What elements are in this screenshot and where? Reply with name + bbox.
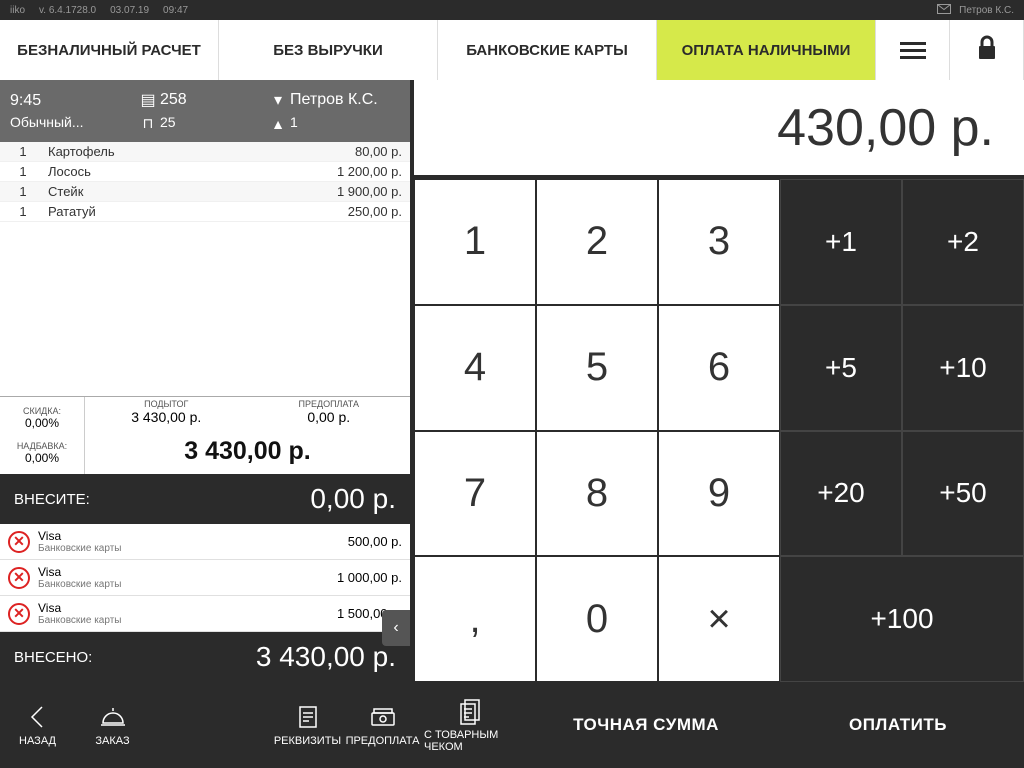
expand-payments-button[interactable]: ‹ <box>382 610 410 646</box>
waiter-name: Петров К.С. <box>290 92 378 109</box>
key-2[interactable]: 2 <box>536 179 658 305</box>
deposited-label: ВНЕСЕНО: <box>14 649 92 666</box>
mail-icon[interactable] <box>937 4 951 17</box>
deposit-label: ВНЕСИТЕ: <box>14 491 90 508</box>
key-3[interactable]: 3 <box>658 179 780 305</box>
cloche-icon <box>99 703 127 731</box>
table-number: 25 <box>160 114 176 130</box>
document-icon <box>294 703 322 731</box>
status-date: 03.07.19 <box>110 5 149 16</box>
item-row[interactable]: 1Рататуй250,00 р. <box>0 202 410 222</box>
subtotal-label: ПОДЫТОГ <box>85 399 248 409</box>
exact-sum-button[interactable]: ТОЧНАЯ СУММА <box>520 715 772 735</box>
amount-display: 430,00 р. <box>414 80 1024 179</box>
menu-button[interactable] <box>876 20 950 80</box>
lock-icon <box>976 35 998 65</box>
inc-10[interactable]: +10 <box>902 305 1024 431</box>
payment-row[interactable]: ✕ VisaБанковские карты 1 000,00 р. <box>0 560 410 596</box>
pay-button[interactable]: ОПЛАТИТЬ <box>772 715 1024 735</box>
item-row[interactable]: 1Стейк1 900,00 р. <box>0 182 410 202</box>
discount-label: СКИДКА: <box>4 406 80 416</box>
key-comma[interactable]: , <box>414 556 536 682</box>
hamburger-icon <box>900 38 926 63</box>
keypad: 1 2 3 4 5 6 7 8 9 , 0 × +1 +2 +5 +10 +20… <box>414 179 1024 682</box>
key-4[interactable]: 4 <box>414 305 536 431</box>
order-type: Обычный... <box>10 114 140 130</box>
money-icon <box>369 703 397 731</box>
back-button[interactable]: НАЗАД <box>0 703 75 747</box>
prepay-button[interactable]: ПРЕДОПЛАТА <box>345 703 420 747</box>
payments-list: ✕ VisaБанковские карты 500,00 р. ✕ VisaБ… <box>0 524 410 632</box>
discount-value: 0,00% <box>4 416 80 430</box>
order-time: 9:45 <box>10 92 140 110</box>
inc-1[interactable]: +1 <box>780 179 902 305</box>
status-user: Петров К.С. <box>959 5 1014 16</box>
surcharge-label: НАДБАВКА: <box>4 441 80 451</box>
inc-50[interactable]: +50 <box>902 431 1024 557</box>
tab-cashless[interactable]: БЕЗНАЛИЧНЫЙ РАСЧЕТ <box>0 20 219 80</box>
status-time: 09:47 <box>163 5 188 16</box>
tab-no-revenue[interactable]: БЕЗ ВЫРУЧКИ <box>219 20 438 80</box>
tab-cash[interactable]: ОПЛАТА НАЛИЧНЫМИ <box>657 20 876 80</box>
chevron-left-icon <box>24 703 52 731</box>
receipt-icon: ▤ <box>140 90 156 110</box>
app-version: v. 6.4.1728.0 <box>39 5 96 16</box>
waiter-icon: ▾ <box>270 90 286 110</box>
deposited-value: 3 430,00 р. <box>256 641 396 673</box>
receipt-icon <box>456 697 484 725</box>
order-button[interactable]: ЗАКАЗ <box>75 703 150 747</box>
table-icon: ⊓ <box>140 115 156 132</box>
remove-payment-button[interactable]: ✕ <box>8 603 30 625</box>
key-clear[interactable]: × <box>658 556 780 682</box>
receipt-button[interactable]: С ТОВАРНЫМ ЧЕКОМ <box>420 697 520 753</box>
item-row[interactable]: 1Картофель80,00 р. <box>0 142 410 162</box>
remove-payment-button[interactable]: ✕ <box>8 531 30 553</box>
requisites-button[interactable]: РЕКВИЗИТЫ <box>270 703 345 747</box>
payment-row[interactable]: ✕ VisaБанковские карты 500,00 р. <box>0 524 410 560</box>
prepay-label: ПРЕДОПЛАТА <box>248 399 411 409</box>
grand-total: 3 430,00 р. <box>85 429 410 474</box>
totals-panel: СКИДКА:0,00% НАДБАВКА:0,00% ПОДЫТОГ3 430… <box>0 396 410 474</box>
payment-row[interactable]: ✕ VisaБанковские карты 1 500,00 р. <box>0 596 410 632</box>
inc-20[interactable]: +20 <box>780 431 902 557</box>
check-number: 258 <box>160 91 187 108</box>
key-8[interactable]: 8 <box>536 431 658 557</box>
key-1[interactable]: 1 <box>414 179 536 305</box>
order-items: 1Картофель80,00 р. 1Лосось1 200,00 р. 1С… <box>0 142 410 396</box>
inc-100[interactable]: +100 <box>780 556 1024 682</box>
inc-2[interactable]: +2 <box>902 179 1024 305</box>
lock-button[interactable] <box>950 20 1024 80</box>
item-row[interactable]: 1Лосось1 200,00 р. <box>0 162 410 182</box>
key-0[interactable]: 0 <box>536 556 658 682</box>
key-5[interactable]: 5 <box>536 305 658 431</box>
subtotal-value: 3 430,00 р. <box>85 409 248 425</box>
surcharge-value: 0,00% <box>4 451 80 465</box>
inc-5[interactable]: +5 <box>780 305 902 431</box>
footer-toolbar: НАЗАД ЗАКАЗ РЕКВИЗИТЫ ПРЕДОПЛАТА С ТОВАР… <box>0 682 1024 768</box>
guests-icon: ▲ <box>270 116 286 132</box>
app-name: iiko <box>10 5 25 16</box>
key-6[interactable]: 6 <box>658 305 780 431</box>
deposited-row: ВНЕСЕНО: 3 430,00 р. <box>0 632 410 682</box>
payment-tabs: БЕЗНАЛИЧНЫЙ РАСЧЕТ БЕЗ ВЫРУЧКИ БАНКОВСКИ… <box>0 20 1024 80</box>
status-bar: iiko v. 6.4.1728.0 03.07.19 09:47 Петров… <box>0 0 1024 20</box>
chevron-left-icon: ‹ <box>393 619 398 637</box>
key-9[interactable]: 9 <box>658 431 780 557</box>
key-7[interactable]: 7 <box>414 431 536 557</box>
guest-count: 1 <box>290 114 298 130</box>
tab-cards[interactable]: БАНКОВСКИЕ КАРТЫ <box>438 20 657 80</box>
order-header: 9:45 Обычный... ▤258 ⊓25 ▾Петров К.С. ▲1 <box>0 80 410 142</box>
deposit-row: ВНЕСИТЕ: 0,00 р. <box>0 474 410 524</box>
remove-payment-button[interactable]: ✕ <box>8 567 30 589</box>
deposit-value: 0,00 р. <box>310 483 396 515</box>
prepay-value: 0,00 р. <box>248 409 411 425</box>
